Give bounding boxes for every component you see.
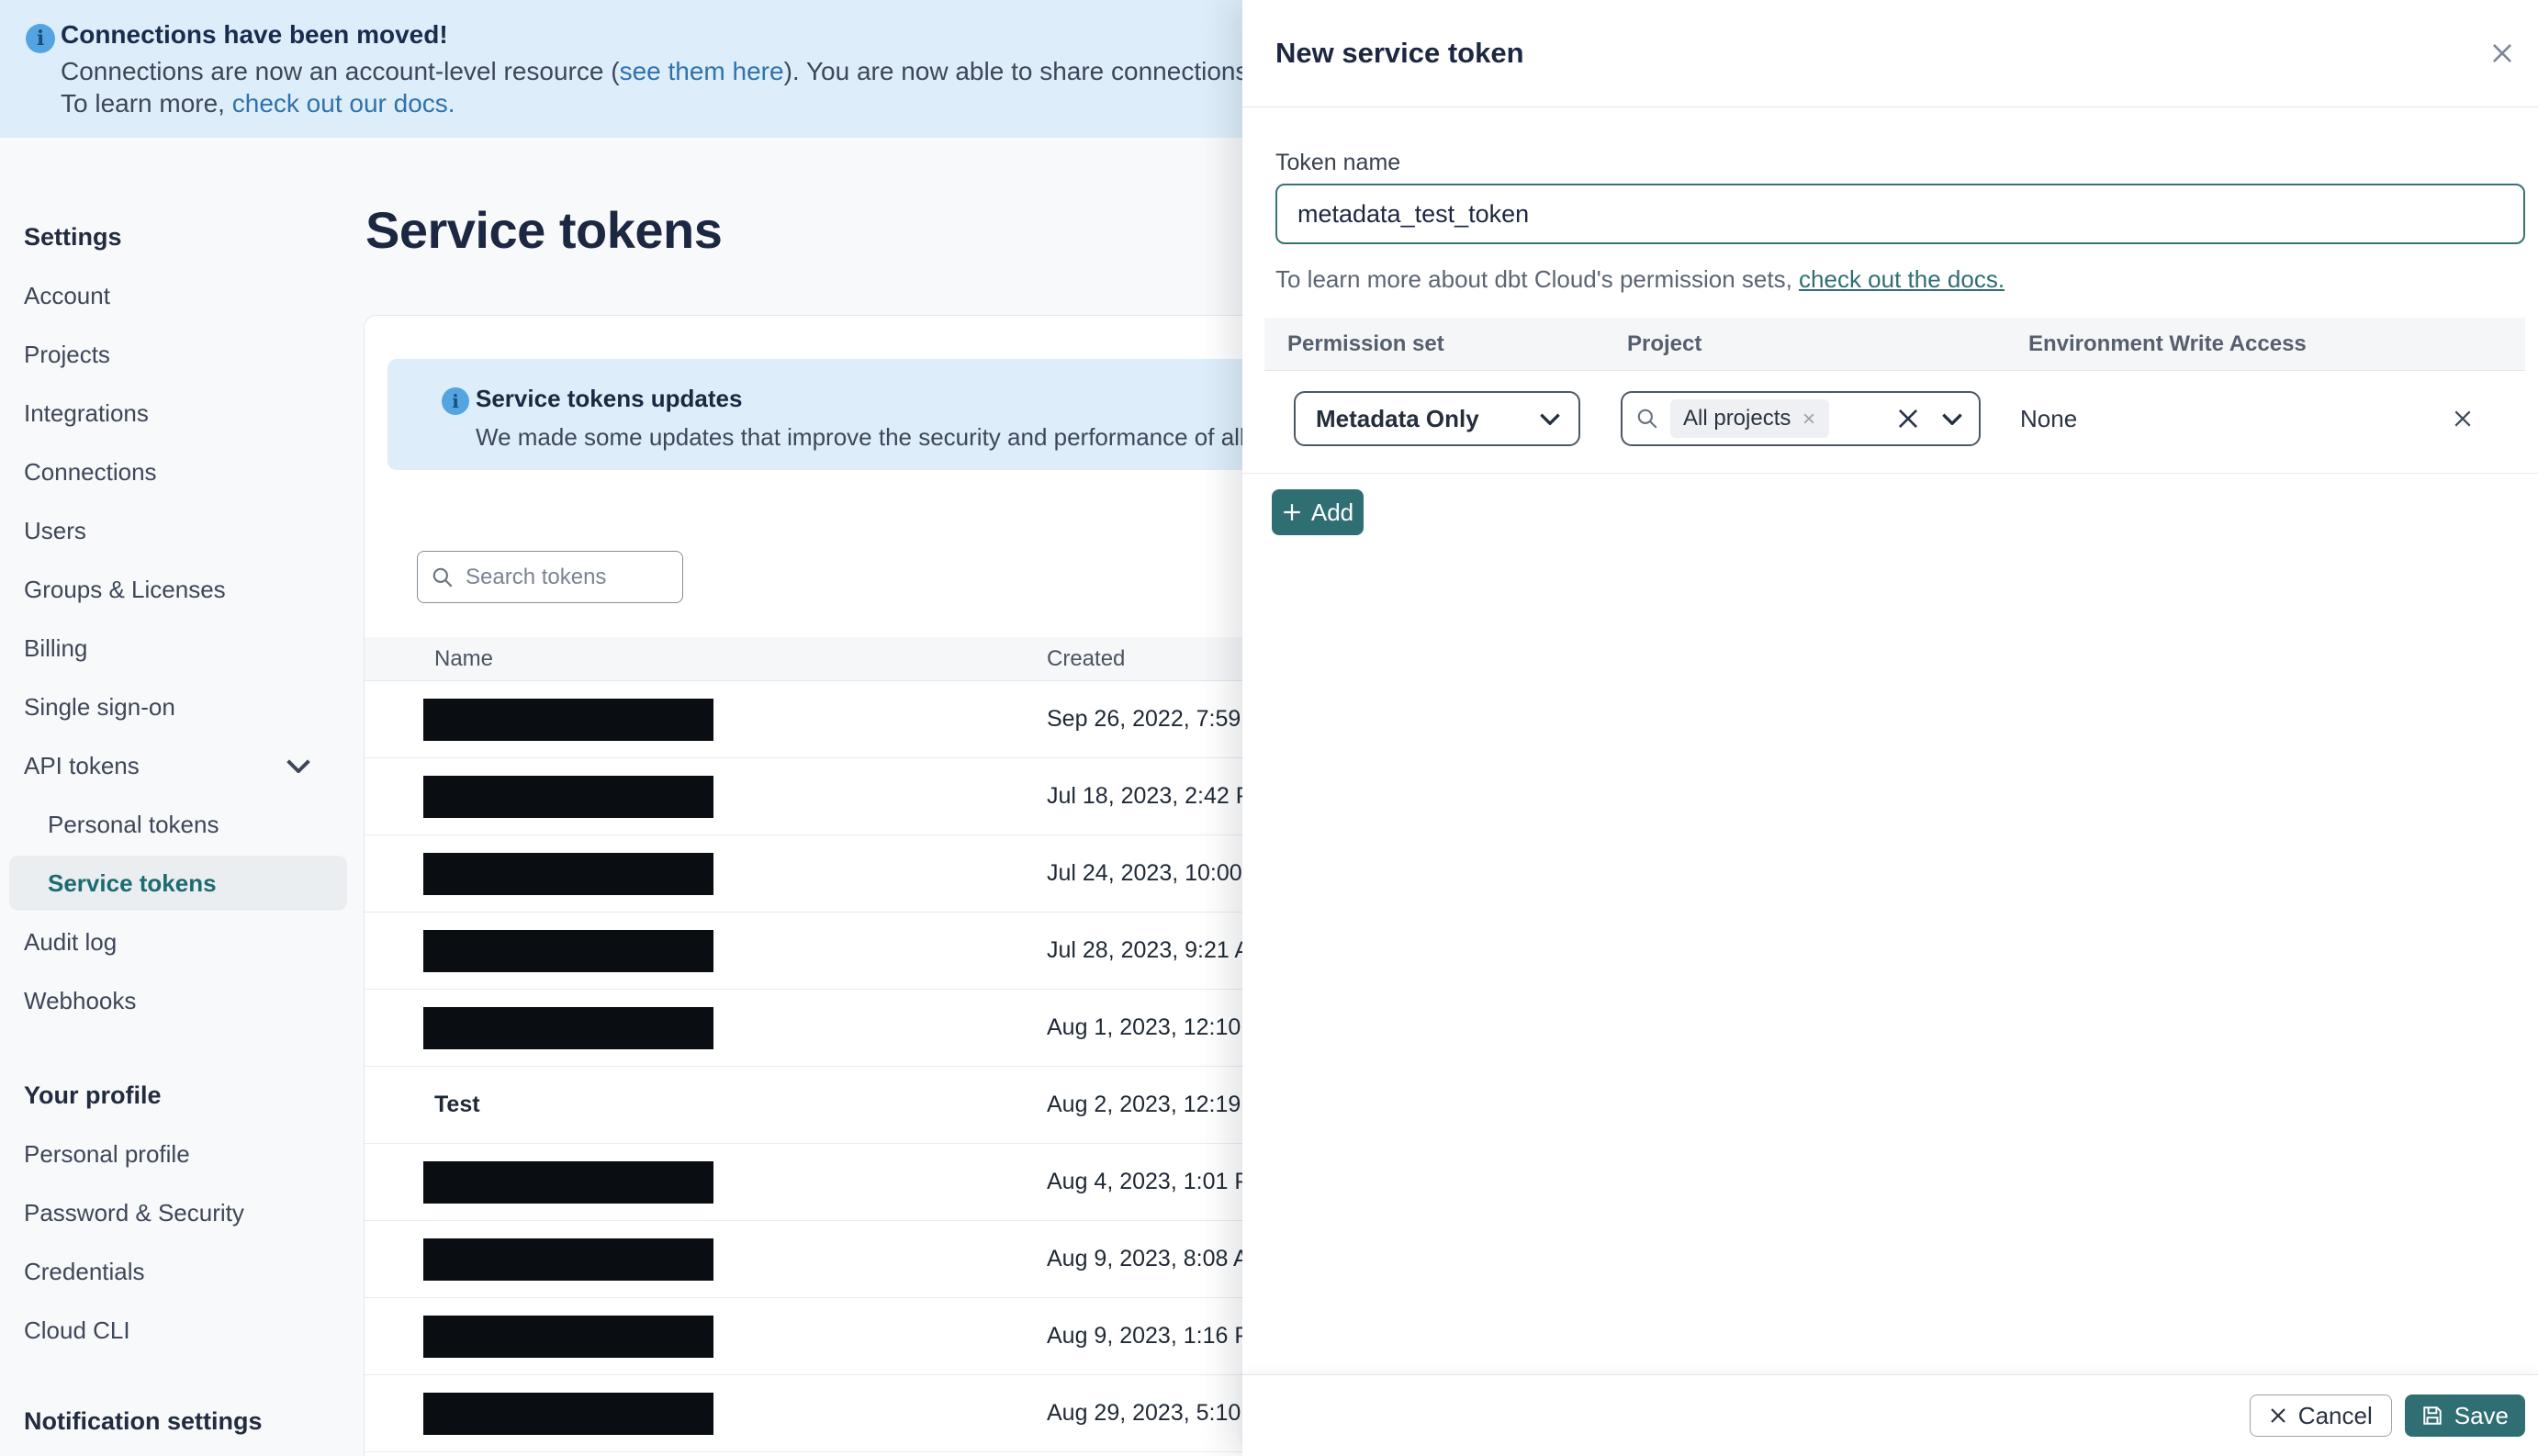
- permission-note: To learn more about dbt Cloud's permissi…: [1275, 265, 2005, 294]
- banner-body-line2: To learn more, check out our docs.: [61, 89, 455, 118]
- all-projects-chip[interactable]: All projects: [1670, 399, 1830, 438]
- sidebar-item-billing[interactable]: Billing: [0, 619, 367, 678]
- sidebar-item-audit-log[interactable]: Audit log: [0, 913, 367, 971]
- name-column-header: Name: [434, 645, 494, 671]
- divider: [1242, 473, 2538, 474]
- sidebar-item-connections[interactable]: Connections: [0, 442, 367, 501]
- delete-row-button[interactable]: [2453, 391, 2473, 446]
- token-name-input[interactable]: [1275, 184, 2525, 244]
- sidebar-item-cloud-cli[interactable]: Cloud CLI: [0, 1301, 367, 1360]
- token-name-cell: [365, 1160, 1047, 1204]
- token-name-redacted: [423, 775, 713, 818]
- check-docs-link[interactable]: check out our docs.: [232, 89, 455, 118]
- permission-note-text: To learn more about dbt Cloud's permissi…: [1275, 265, 1800, 293]
- token-name-cell: [365, 698, 1047, 741]
- sidebar-item-account[interactable]: Account: [0, 266, 367, 325]
- token-name-redacted: [423, 1238, 713, 1281]
- settings-sidebar: Settings Account Projects Integrations C…: [0, 138, 367, 1450]
- env-write-access-value: None: [2020, 404, 2078, 432]
- permission-row: Metadata Only All projects None: [1242, 391, 2538, 446]
- token-name-cell: [365, 1238, 1047, 1281]
- chevron-down-icon: [286, 758, 310, 773]
- permissions-table-header: Permission set Project Environment Write…: [1264, 318, 2525, 371]
- drawer-body: Token name To learn more about dbt Cloud…: [1242, 107, 2538, 1374]
- token-name-cell: [365, 1006, 1047, 1049]
- sidebar-item-webhooks[interactable]: Webhooks: [0, 971, 367, 1030]
- combobox-controls: [1896, 407, 1962, 431]
- token-name-redacted: [423, 1315, 713, 1358]
- cancel-button-label: Cancel: [2297, 1401, 2373, 1429]
- chevron-down-icon: [1540, 413, 1560, 425]
- search-tokens-input[interactable]: [466, 564, 669, 590]
- sidebar-item-api-tokens[interactable]: API tokens: [0, 736, 367, 795]
- add-button-label: Add: [1310, 498, 1354, 526]
- new-service-token-drawer: New service token Token name To learn mo…: [1242, 0, 2538, 1456]
- permission-set-column-header: Permission set: [1287, 331, 1444, 356]
- sidebar-item-personal-profile[interactable]: Personal profile: [0, 1125, 367, 1183]
- drawer-header: New service token: [1242, 0, 2538, 107]
- cancel-button[interactable]: Cancel: [2249, 1394, 2392, 1437]
- cancel-x-icon: [2271, 1408, 2285, 1423]
- close-icon[interactable]: [2490, 41, 2514, 65]
- created-column-header: Created: [1047, 645, 1126, 671]
- check-the-docs-link[interactable]: check out the docs.: [1799, 265, 2005, 293]
- sidebar-item-label: API tokens: [24, 751, 140, 779]
- save-button-label: Save: [2454, 1401, 2509, 1429]
- sidebar-heading-notification-settings: Notification settings: [24, 1406, 263, 1435]
- token-name-cell: [365, 1315, 1047, 1358]
- clear-selection-icon[interactable]: [1896, 407, 1920, 431]
- sidebar-item-service-tokens[interactable]: Service tokens: [9, 856, 347, 911]
- token-name-label: Token name: [1275, 150, 1401, 175]
- search-icon: [1637, 409, 1657, 429]
- save-button[interactable]: Save: [2404, 1394, 2525, 1437]
- delete-row-icon: [2454, 410, 2471, 427]
- token-name-redacted: [423, 1392, 713, 1435]
- project-column-header: Project: [1627, 331, 1702, 356]
- project-combobox[interactable]: All projects: [1621, 391, 1981, 446]
- remove-chip-icon[interactable]: [1802, 411, 1816, 426]
- chip-label: All projects: [1683, 406, 1791, 431]
- token-name: Test: [434, 1092, 480, 1117]
- chevron-down-icon[interactable]: [1942, 413, 1962, 425]
- sidebar-item-integrations[interactable]: Integrations: [0, 384, 367, 442]
- sidebar-heading-your-profile: Your profile: [24, 1081, 162, 1109]
- banner-text: Connections are now an account-level res…: [61, 57, 620, 85]
- token-name-cell: Test: [365, 1092, 1047, 1118]
- token-name-cell: [365, 775, 1047, 818]
- token-name-cell: [365, 852, 1047, 895]
- banner-title: Connections have been moved!: [61, 20, 448, 49]
- token-name-redacted: [423, 1006, 713, 1049]
- search-icon: [432, 567, 453, 588]
- sidebar-item-personal-tokens[interactable]: Personal tokens: [0, 795, 367, 854]
- token-name-cell: [365, 929, 1047, 972]
- token-name-redacted: [423, 929, 713, 972]
- info-icon: i: [26, 24, 55, 53]
- save-floppy-icon: [2423, 1406, 2442, 1425]
- plus-icon: [1284, 504, 1300, 521]
- see-them-here-link[interactable]: see them here: [620, 57, 784, 85]
- sidebar-item-users[interactable]: Users: [0, 501, 367, 560]
- sidebar-item-password-security[interactable]: Password & Security: [0, 1183, 367, 1242]
- drawer-footer: Cancel Save: [1242, 1374, 2538, 1456]
- add-permission-button[interactable]: Add: [1272, 489, 1364, 535]
- search-tokens-box[interactable]: [417, 551, 683, 603]
- token-name-redacted: [423, 1160, 713, 1204]
- info-icon: i: [442, 387, 469, 415]
- permission-set-value: Metadata Only: [1316, 404, 1479, 432]
- sidebar-item-groups-licenses[interactable]: Groups & Licenses: [0, 560, 367, 619]
- app-window: i Connections have been moved! Connectio…: [0, 0, 2538, 1456]
- token-name-redacted: [423, 698, 713, 741]
- page-title: Service tokens: [365, 201, 723, 259]
- sidebar-heading-settings: Settings: [24, 222, 122, 251]
- sidebar-item-single-sign-on[interactable]: Single sign-on: [0, 678, 367, 736]
- token-name-redacted: [423, 852, 713, 895]
- permission-set-select[interactable]: Metadata Only: [1294, 391, 1580, 446]
- token-name-cell: [365, 1392, 1047, 1435]
- banner-text: To learn more,: [61, 89, 232, 118]
- drawer-title: New service token: [1275, 37, 1524, 69]
- sidebar-item-projects[interactable]: Projects: [0, 325, 367, 384]
- env-write-access-column-header: Environment Write Access: [2028, 331, 2307, 356]
- infobox-title: Service tokens updates: [476, 385, 743, 412]
- sidebar-item-credentials[interactable]: Credentials: [0, 1242, 367, 1301]
